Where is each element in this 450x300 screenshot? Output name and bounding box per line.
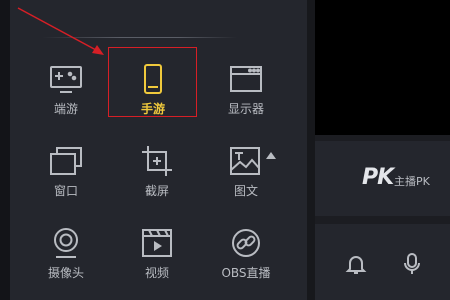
tile-camera[interactable]: 摄像头 <box>22 212 110 282</box>
link-icon <box>228 226 264 260</box>
tile-label: 显示器 <box>227 102 264 116</box>
left-edge-strip <box>0 0 10 300</box>
tile-image-text[interactable]: 图文 <box>202 130 290 200</box>
tile-monitor[interactable]: 显示器 <box>202 48 290 118</box>
monitor-icon <box>228 62 264 96</box>
tile-video[interactable]: 视频 <box>113 212 201 282</box>
caret-up-icon[interactable] <box>266 152 276 159</box>
image-text-icon <box>228 144 264 178</box>
tile-screenshot[interactable]: 截屏 <box>113 130 201 200</box>
bell-icon[interactable] <box>344 252 368 276</box>
selection-highlight <box>108 47 197 117</box>
tile-label: 视频 <box>144 266 169 280</box>
tile-pc-game[interactable]: 端游 <box>22 48 110 118</box>
tile-label: 端游 <box>53 102 78 116</box>
pk-label: 主播PK <box>394 175 430 188</box>
screenshot-icon <box>139 144 175 178</box>
tile-label: 窗口 <box>53 184 78 198</box>
video-icon <box>139 226 175 260</box>
gamepad-icon <box>48 62 84 96</box>
camera-icon <box>48 226 84 260</box>
tile-label: OBS直播 <box>221 266 271 280</box>
column-divider <box>307 0 315 300</box>
tile-obs-live[interactable]: OBS直播 <box>202 212 290 282</box>
tile-window[interactable]: 窗口 <box>22 130 110 200</box>
tile-label: 摄像头 <box>47 266 84 280</box>
pk-logo: PK <box>362 165 394 190</box>
preview-area <box>315 0 450 135</box>
tile-label: 截屏 <box>144 184 169 198</box>
microphone-icon[interactable] <box>402 252 422 276</box>
panel-divider-line <box>42 37 237 38</box>
control-bar <box>315 224 450 300</box>
tile-label: 图文 <box>233 184 258 198</box>
window-icon <box>48 144 84 178</box>
